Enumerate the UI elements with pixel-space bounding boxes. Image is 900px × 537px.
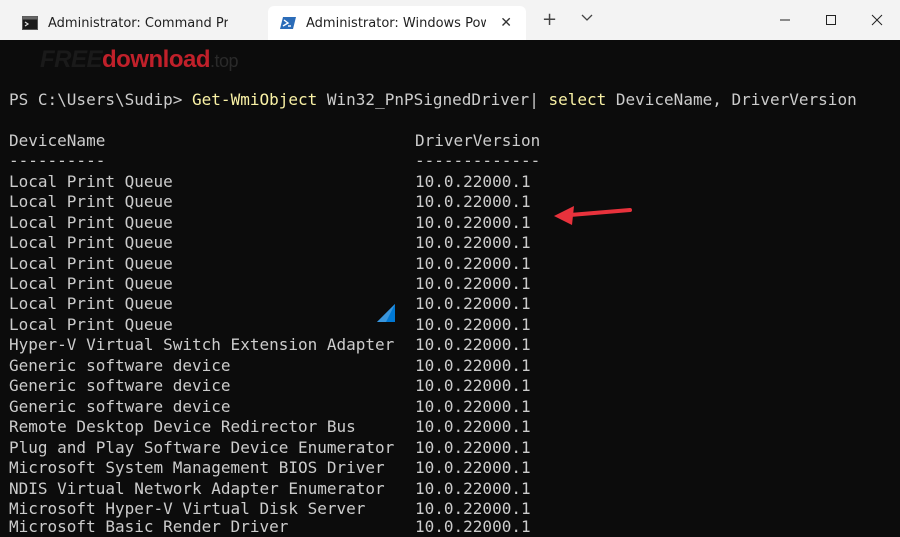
command-name: Get-WmiObject [192,90,318,109]
driver-version: 10.0.22000.1 [415,356,531,375]
table-row: Microsoft System Management BIOS Driver 1… [9,458,531,478]
table-row: Local Print Queue 10.0.22000.1 [9,294,531,314]
table-row: Local Print Queue 10.0.22000.1 [9,254,531,274]
device-name: Plug and Play Software Device Enumerator [9,438,395,457]
table-row: Local Print Queue 10.0.22000.1 [9,213,531,233]
driver-version: 10.0.22000.1 [415,458,531,477]
device-name: Local Print Queue [9,274,173,293]
command-args: Win32_PnPSignedDriver [317,90,530,109]
header-underline-row: ---------- ------------- [9,151,540,171]
device-name: Generic software device [9,397,231,416]
tab-label: Administrator: Windows PowerShell [306,15,486,31]
driver-version: 10.0.22000.1 [415,335,531,354]
header-device-name: DeviceName [9,131,106,150]
window-close-icon [871,14,883,26]
select-keyword: select [548,90,607,109]
header-driver-version: DriverVersion [415,131,541,150]
driver-version: 10.0.22000.1 [415,172,531,191]
tab-powershell[interactable]: Administrator: Windows PowerShell ✕ [268,6,526,40]
select-args: DeviceName, DriverVersion [606,90,857,109]
close-icon[interactable]: ✕ [500,15,512,31]
table-row: Local Print Queue 10.0.22000.1 [9,274,531,294]
terminal-output[interactable]: FREEdownload.top PS C:\Users\Sudip> Get-… [0,40,900,537]
driver-version: 10.0.22000.1 [415,479,531,498]
tab-command-prompt[interactable]: Administrator: Command Prompt [10,6,260,40]
driver-version: 10.0.22000.1 [415,499,531,518]
maximize-icon [826,15,836,25]
table-row: Local Print Queue 10.0.22000.1 [9,315,531,335]
device-name: NDIS Virtual Network Adapter Enumerator [9,479,385,498]
device-name: Generic software device [9,376,231,395]
header-row: DeviceName DriverVersion [9,131,540,151]
driver-version: 10.0.22000.1 [415,397,531,416]
table-row: Generic software device 10.0.22000.1 [9,356,531,376]
table-row: Microsoft Basic Render Driver 10.0.22000.… [9,517,531,537]
table-row: NDIS Virtual Network Adapter Enumerator 1… [9,479,531,499]
underline-driver-version: ------------- [415,151,541,170]
powershell-icon [280,17,296,29]
driver-version: 10.0.22000.1 [415,417,531,436]
device-name: Microsoft Hyper-V Virtual Disk Server [9,499,366,518]
minimize-icon [780,19,790,21]
title-bar: Administrator: Command Prompt Administra… [0,0,900,40]
pipe: | [529,90,549,109]
device-name: Remote Desktop Device Redirector Bus [9,417,356,436]
device-name: Local Print Queue [9,213,173,232]
driver-version: 10.0.22000.1 [415,274,531,293]
red-arrow-icon [554,206,632,225]
driver-version: 10.0.22000.1 [415,192,531,211]
table-row: Plug and Play Software Device Enumerator… [9,438,531,458]
table-row: Local Print Queue 10.0.22000.1 [9,192,531,212]
table-row: Remote Desktop Device Redirector Bus 10.0… [9,417,531,437]
device-name: Microsoft Basic Render Driver [9,517,289,536]
underline-device-name: ---------- [9,151,106,170]
minimize-button[interactable] [762,4,808,36]
device-name: Hyper-V Virtual Switch Extension Adapter [9,335,395,354]
table-row: Local Print Queue 10.0.22000.1 [9,233,531,253]
driver-version: 10.0.22000.1 [415,438,531,457]
command-line: PS C:\Users\Sudip> Get-WmiObject Win32_P… [9,90,857,110]
driver-version: 10.0.22000.1 [415,254,531,273]
chevron-down-icon[interactable] [580,11,594,25]
device-name: Local Print Queue [9,254,173,273]
device-name: Microsoft System Management BIOS Driver [9,458,385,477]
device-name: Local Print Queue [9,233,173,252]
table-row: Microsoft Hyper-V Virtual Disk Server 10.… [9,499,531,519]
device-name: Generic software device [9,356,231,375]
driver-version: 10.0.22000.1 [415,294,531,313]
table-row: Local Print Queue 10.0.22000.1 [9,172,531,192]
table-row: Generic software device 10.0.22000.1 [9,397,531,417]
driver-version: 10.0.22000.1 [415,376,531,395]
prompt: PS C:\Users\Sudip> [9,90,193,109]
driver-version: 10.0.22000.1 [415,233,531,252]
device-name: Local Print Queue [9,315,173,334]
window-close-button[interactable] [854,4,900,36]
table-row: Hyper-V Virtual Switch Extension Adapter… [9,335,531,355]
cmd-icon [22,16,38,30]
device-name: Local Print Queue [9,192,173,211]
table-row: Generic software device 10.0.22000.1 [9,376,531,396]
maximize-button[interactable] [808,4,854,36]
plus-icon[interactable]: + [542,9,557,30]
driver-version: 10.0.22000.1 [415,315,531,334]
device-name: Local Print Queue [9,172,173,191]
driver-version: 10.0.22000.1 [415,213,531,232]
device-name: Local Print Queue [9,294,173,313]
tab-label: Administrator: Command Prompt [48,15,228,31]
windows-logo-icon [377,304,395,322]
watermark-logo: FREEdownload.top [40,46,239,73]
driver-version: 10.0.22000.1 [415,517,531,536]
